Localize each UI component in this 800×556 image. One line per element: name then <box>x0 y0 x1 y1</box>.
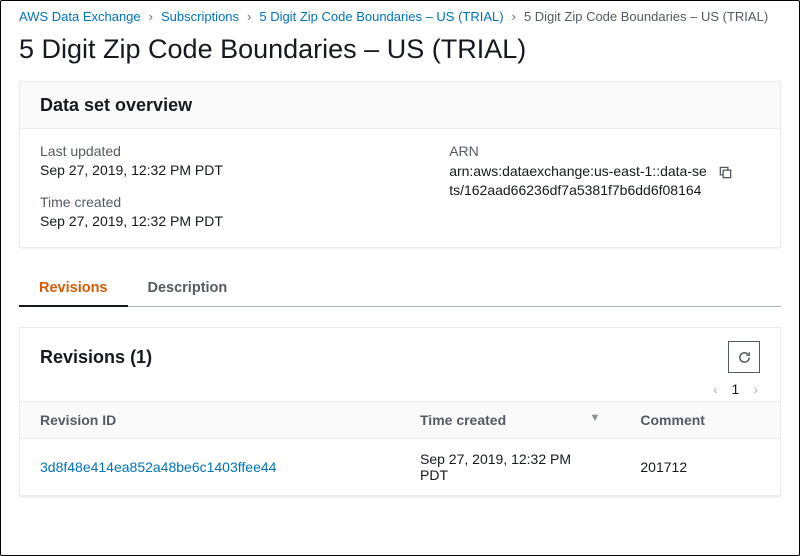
revisions-count: (1) <box>130 347 152 367</box>
page-title: 5 Digit Zip Code Boundaries – US (TRIAL) <box>19 32 781 81</box>
tabs: Revisions Description <box>19 270 781 307</box>
time-created-label: Time created <box>40 194 443 210</box>
page-next-icon[interactable]: › <box>753 381 758 397</box>
refresh-button[interactable] <box>728 341 760 373</box>
col-comment[interactable]: Comment <box>620 402 780 439</box>
col-revision-id[interactable]: Revision ID <box>20 402 400 439</box>
revisions-table: Revision ID Time created ▼ Comment 3d8f4… <box>20 401 780 496</box>
chevron-right-icon: › <box>247 9 251 24</box>
tab-description[interactable]: Description <box>128 270 248 307</box>
tab-revisions[interactable]: Revisions <box>19 270 128 307</box>
revisions-heading: Revisions (1) <box>40 347 152 368</box>
page-number: 1 <box>732 381 740 397</box>
chevron-right-icon: › <box>149 9 153 24</box>
dataset-overview-panel: Data set overview Last updated Sep 27, 2… <box>19 81 781 248</box>
last-updated-label: Last updated <box>40 143 443 159</box>
pagination: ‹ 1 › <box>20 373 780 397</box>
revision-id-link[interactable]: 3d8f48e414ea852a48be6c1403ffee44 <box>40 459 276 475</box>
revision-comment: 201712 <box>620 439 780 496</box>
col-time-created[interactable]: Time created ▼ <box>400 402 620 439</box>
time-created-value: Sep 27, 2019, 12:32 PM PDT <box>40 213 443 229</box>
chevron-right-icon: › <box>512 9 516 24</box>
arn-label: ARN <box>449 143 760 159</box>
last-updated-value: Sep 27, 2019, 12:32 PM PDT <box>40 162 443 178</box>
revisions-panel: Revisions (1) ‹ 1 › Revision ID <box>19 327 781 497</box>
breadcrumb-link[interactable]: 5 Digit Zip Code Boundaries – US (TRIAL) <box>259 9 503 24</box>
page-prev-icon[interactable]: ‹ <box>713 381 718 397</box>
sort-desc-icon: ▼ <box>590 412 601 424</box>
breadcrumb: AWS Data Exchange › Subscriptions › 5 Di… <box>19 5 781 32</box>
arn-value: arn:aws:dataexchange:us-east-1::data-set… <box>449 162 709 200</box>
breadcrumb-link[interactable]: AWS Data Exchange <box>19 9 141 24</box>
breadcrumb-link[interactable]: Subscriptions <box>161 9 239 24</box>
table-row: 3d8f48e414ea852a48be6c1403ffee44 Sep 27,… <box>20 439 780 496</box>
overview-heading: Data set overview <box>40 95 760 116</box>
copy-icon[interactable] <box>717 164 733 180</box>
revision-time-created: Sep 27, 2019, 12:32 PM PDT <box>400 439 620 496</box>
panel-header: Data set overview <box>20 82 780 129</box>
breadcrumb-current: 5 Digit Zip Code Boundaries – US (TRIAL) <box>524 9 768 24</box>
